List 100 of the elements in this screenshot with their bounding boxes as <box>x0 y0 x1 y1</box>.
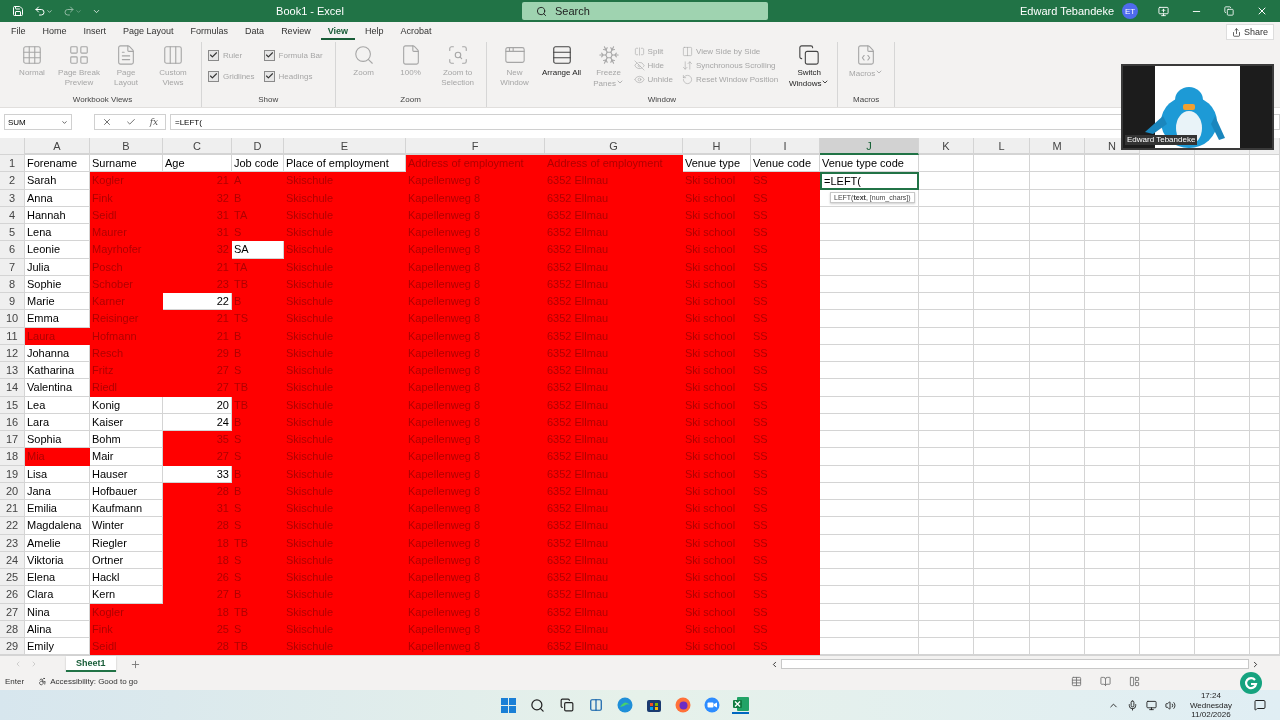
clock-time[interactable]: 17:24 <box>1200 691 1221 701</box>
save-icon[interactable] <box>12 5 24 17</box>
ribbon-tab[interactable]: Review <box>274 24 318 40</box>
spreadsheet-app-icon[interactable] <box>732 696 749 714</box>
ribbon-tab[interactable]: View <box>320 24 355 40</box>
scroll-right-icon[interactable] <box>1251 659 1260 669</box>
table-cell: S <box>232 500 284 518</box>
search-icon[interactable] <box>529 696 546 714</box>
table-cell: 6352 Ellmau <box>545 586 683 604</box>
undo-icon[interactable] <box>34 5 53 17</box>
row-number[interactable]: 17 <box>0 431 25 449</box>
video-call-icon[interactable] <box>703 696 720 714</box>
table-cell: Surname <box>90 155 163 173</box>
column-header[interactable]: L <box>974 138 1030 155</box>
row-number[interactable]: 26 <box>0 586 25 604</box>
row-number[interactable]: 6 <box>0 241 25 259</box>
table-cell: Lena <box>25 224 90 242</box>
row-number[interactable]: 5 <box>0 224 25 242</box>
ribbon-tab[interactable]: Insert <box>76 24 114 40</box>
start-icon[interactable] <box>500 696 517 714</box>
table-cell: Kapellenweg 8 <box>406 569 545 587</box>
table-cell: SS <box>751 172 820 190</box>
table-cell: Kapellenweg 8 <box>406 241 545 259</box>
row-number[interactable]: 21 <box>0 500 25 518</box>
column-header[interactable]: K <box>919 138 974 155</box>
row-number[interactable]: 10 <box>0 310 25 328</box>
ribbon-tab[interactable]: Acrobat <box>393 24 439 40</box>
page-break-icon[interactable] <box>1129 675 1140 687</box>
ribbon-tab[interactable]: Data <box>238 24 272 40</box>
table-cell: Kapellenweg 8 <box>406 431 545 449</box>
ribbon-display-icon[interactable] <box>1158 5 1169 17</box>
table-cell: Kapellenweg 8 <box>406 517 545 535</box>
notifications-icon[interactable] <box>1254 699 1266 712</box>
table-cell: 6352 Ellmau <box>545 241 683 259</box>
ribbon-tab[interactable]: Home <box>35 24 74 40</box>
name-box[interactable]: SUM <box>4 114 72 130</box>
column-header[interactable]: C <box>163 138 232 155</box>
ribbon-tab[interactable]: Help <box>358 24 391 40</box>
ribbon-button[interactable]: Arrange All <box>539 44 584 78</box>
ribbon-tab[interactable]: Formulas <box>183 24 236 40</box>
column-header[interactable]: G <box>545 138 683 155</box>
task-view-icon[interactable] <box>558 696 575 714</box>
row-number[interactable]: 1 <box>0 155 25 173</box>
close-icon[interactable] <box>1256 5 1268 17</box>
row-number[interactable]: 2 <box>0 172 25 190</box>
ribbon-button[interactable]: Switch Windows <box>787 44 832 89</box>
row-number[interactable]: 13 <box>0 362 25 380</box>
table-cell: Mair <box>90 448 163 466</box>
share-button[interactable]: Share <box>1225 24 1274 40</box>
ribbon-tab[interactable]: Page Layout <box>116 24 181 40</box>
redo-icon[interactable] <box>63 5 82 17</box>
table-cell: Kaufmann <box>90 500 163 518</box>
table-cell: Ski school <box>683 431 751 449</box>
widgets-icon[interactable] <box>587 696 604 714</box>
column-header[interactable]: F <box>406 138 545 155</box>
enter-icon[interactable] <box>125 117 136 127</box>
column-header[interactable]: I <box>751 138 820 155</box>
column-header[interactable]: H <box>683 138 751 155</box>
clock-date[interactable]: 11/02/2026 <box>1191 710 1231 720</box>
sheet-tab[interactable]: Sheet1 <box>66 656 116 673</box>
network-icon[interactable] <box>1145 699 1157 711</box>
table-cell: 27 <box>163 448 232 466</box>
microphone-icon[interactable] <box>1126 699 1138 711</box>
table-cell: Venue code <box>751 155 820 173</box>
search-field[interactable]: Search <box>522 2 768 20</box>
table-cell: A <box>232 172 284 190</box>
row-number[interactable]: 14 <box>0 379 25 397</box>
row-number[interactable]: 9 <box>0 293 25 311</box>
mode-indicator: Enter <box>5 676 25 686</box>
scrollbar-thumb[interactable] <box>781 659 1249 670</box>
insert-function-button[interactable]: fx <box>149 117 159 127</box>
column-header[interactable]: J <box>820 138 919 155</box>
assistant-icon[interactable] <box>1240 672 1262 694</box>
row-number[interactable]: 18 <box>0 448 25 466</box>
browser-icon[interactable] <box>616 696 633 714</box>
table-cell: Emilia <box>25 500 90 518</box>
clock-day[interactable]: Wednesday <box>1189 700 1232 710</box>
page-layout-icon[interactable] <box>1100 675 1111 687</box>
column-header[interactable]: B <box>90 138 163 155</box>
accessibility-status[interactable]: Accessibility: Good to go <box>38 676 138 686</box>
row-number[interactable]: 29 <box>0 638 25 656</box>
window-title: Book1 - Excel <box>275 5 345 17</box>
ribbon-tab[interactable]: File <box>4 24 33 40</box>
normal-view-icon[interactable] <box>1071 675 1082 687</box>
column-header[interactable]: A <box>25 138 90 155</box>
table-cell: Bohm <box>90 431 163 449</box>
ribbon-icon <box>681 74 693 85</box>
row-number[interactable]: 25 <box>0 569 25 587</box>
ribbon-icon <box>446 44 469 66</box>
column-header[interactable]: D <box>232 138 284 155</box>
column-header[interactable]: E <box>284 138 406 155</box>
cancel-icon[interactable] <box>101 117 112 127</box>
row-number[interactable]: 22 <box>0 517 25 535</box>
column-header[interactable]: M <box>1030 138 1085 155</box>
volume-icon[interactable] <box>1164 699 1176 711</box>
table-cell: Kapellenweg 8 <box>406 638 545 656</box>
user-avatar[interactable]: ET <box>1122 3 1138 19</box>
scroll-left-icon[interactable] <box>770 659 779 669</box>
restore-icon[interactable] <box>1224 6 1234 16</box>
table-cell: Skischule <box>284 500 406 518</box>
